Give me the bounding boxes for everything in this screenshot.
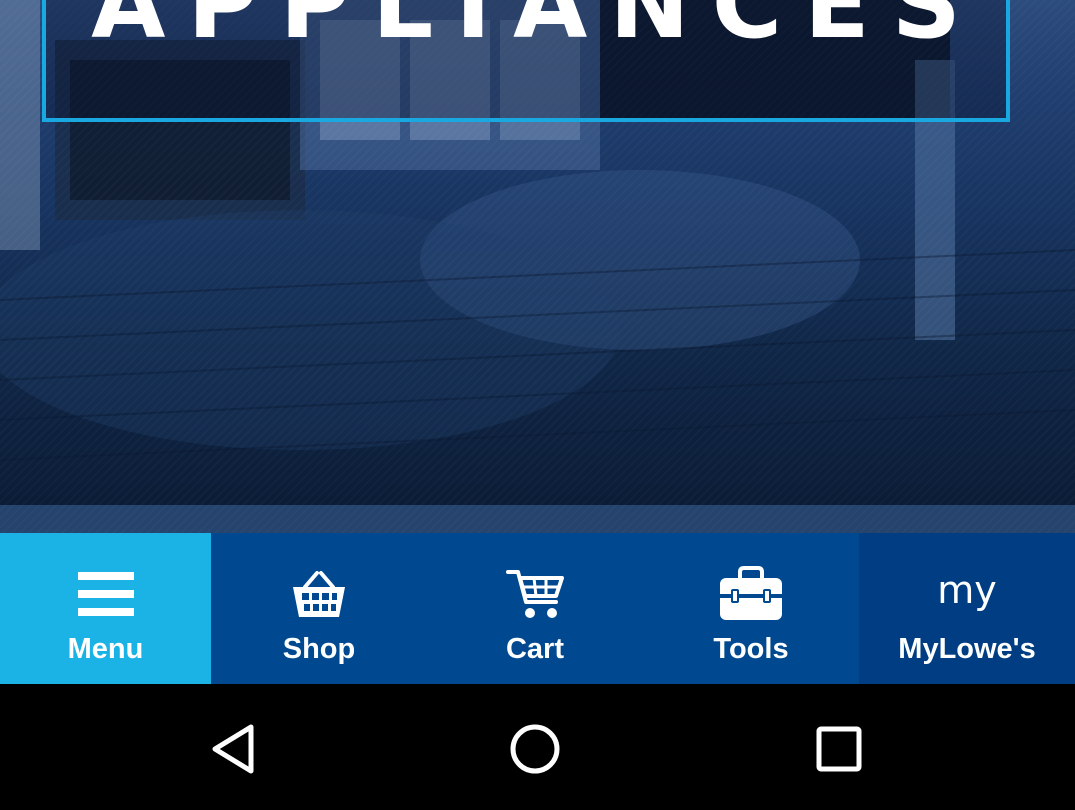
bottom-tab-bar: Menu Shop Cart Tools my MyLowe's xyxy=(0,533,1075,684)
hamburger-menu-icon xyxy=(77,563,134,625)
tab-tools-label: Tools xyxy=(713,633,789,665)
tab-mylowes-label: MyLowe's xyxy=(898,633,1036,665)
tab-mylowes[interactable]: my MyLowe's xyxy=(859,533,1075,684)
my-logo-text: my xyxy=(937,568,997,612)
app-screen: APPLIANCES Menu Shop Cart Tools my MyLow… xyxy=(0,0,1075,810)
home-circle-icon xyxy=(510,724,560,774)
tab-cart-label: Cart xyxy=(505,633,564,665)
back-triangle-icon xyxy=(212,724,254,774)
toolbox-icon xyxy=(718,563,784,625)
home-button[interactable] xyxy=(508,722,562,776)
hero-title-frame: APPLIANCES xyxy=(42,0,1010,122)
tab-shop-label: Shop xyxy=(282,633,356,665)
my-logo-icon: my xyxy=(937,563,997,625)
system-navigation-bar xyxy=(0,684,1075,810)
tab-menu[interactable]: Menu xyxy=(0,533,211,684)
tab-cart[interactable]: Cart xyxy=(427,533,643,684)
tab-menu-label: Menu xyxy=(67,633,144,665)
recent-apps-button[interactable] xyxy=(812,722,866,776)
hero-banner[interactable]: APPLIANCES xyxy=(0,0,1075,533)
hero-title: APPLIANCES xyxy=(91,0,983,60)
basket-icon xyxy=(291,563,347,625)
recent-apps-square-icon xyxy=(816,726,862,772)
tab-tools[interactable]: Tools xyxy=(643,533,859,684)
tab-shop[interactable]: Shop xyxy=(211,533,427,684)
shopping-cart-icon xyxy=(506,563,564,625)
back-button[interactable] xyxy=(206,722,260,776)
